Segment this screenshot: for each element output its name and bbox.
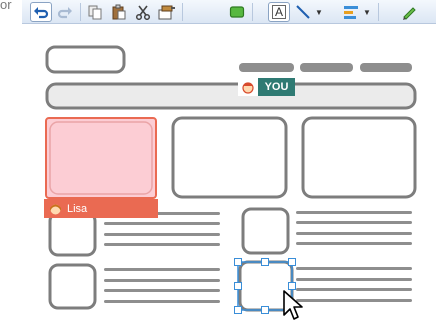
mouse-cursor-icon [283, 290, 303, 320]
you-avatar [238, 78, 258, 96]
resize-handle-n[interactable] [261, 258, 269, 266]
text-line-placeholder [104, 279, 220, 282]
user-avatar-icon [49, 204, 61, 215]
text-line-placeholder [104, 243, 220, 246]
text-line-placeholder [296, 232, 412, 235]
resize-handle-ne[interactable] [288, 258, 296, 266]
text-line-placeholder [296, 211, 412, 214]
nav-item-placeholder [239, 63, 294, 72]
logo-placeholder [45, 45, 126, 74]
lisa-avatar [46, 200, 64, 217]
thumbnail-placeholder [48, 211, 97, 257]
content-box-highlighted [45, 117, 157, 199]
text-line-placeholder [104, 289, 220, 292]
text-line-placeholder [104, 222, 220, 225]
content-box [171, 116, 288, 199]
text-line-placeholder [296, 278, 412, 281]
nav-item-placeholder [300, 63, 353, 72]
text-line-placeholder [104, 233, 220, 236]
text-line-placeholder [296, 242, 412, 245]
thumbnail-placeholder [241, 207, 290, 255]
text-line-placeholder [296, 288, 412, 291]
resize-handle-s[interactable] [261, 306, 269, 314]
thumbnail-placeholder [48, 263, 97, 310]
banner-bar-placeholder [45, 82, 417, 110]
resize-handle-w[interactable] [234, 282, 242, 290]
resize-handle-sw[interactable] [234, 306, 242, 314]
text-line-placeholder [296, 299, 412, 302]
collaborator-tag-you: YOU [258, 78, 295, 96]
text-line-placeholder [104, 268, 220, 271]
text-line-placeholder [296, 221, 412, 224]
text-line-placeholder [104, 300, 220, 303]
text-line-placeholder [296, 267, 412, 270]
wireframe-drawing [45, 45, 417, 312]
user-avatar-icon [242, 82, 254, 94]
resize-handle-nw[interactable] [234, 258, 242, 266]
content-box [301, 116, 417, 199]
nav-item-placeholder [360, 63, 412, 72]
